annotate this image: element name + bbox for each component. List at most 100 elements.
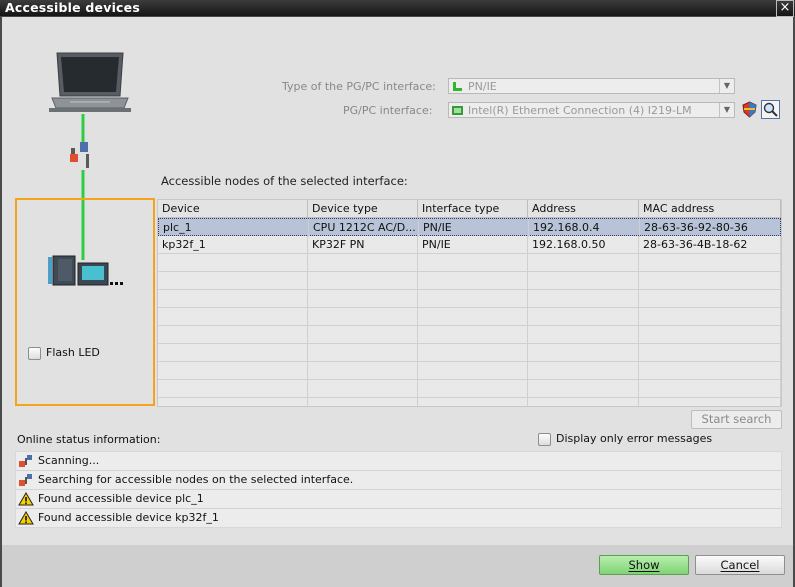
interface-adapter-icon (70, 142, 89, 168)
cell-address: 192.168.0.50 (528, 236, 639, 254)
empty-cell (528, 308, 639, 326)
pgpc-interface-value: Intel(R) Ethernet Connection (4) I219-LM (468, 104, 692, 117)
window-title: Accessible devices (5, 0, 140, 15)
empty-cell (528, 272, 639, 290)
pgpc-interface-label: PG/PC interface: (343, 104, 433, 117)
empty-cell (639, 362, 781, 380)
interface-type-value: PN/IE (468, 80, 497, 93)
empty-table-row (158, 344, 781, 362)
column-header-interface-type[interactable]: Interface type (418, 200, 528, 218)
pgpc-interface-select[interactable]: Intel(R) Ethernet Connection (4) I219-LM… (448, 102, 735, 118)
empty-cell (308, 272, 418, 290)
empty-cell (528, 362, 639, 380)
column-header-device-type[interactable]: Device type (308, 200, 418, 218)
empty-cell (158, 326, 308, 344)
device-highlight-frame (15, 198, 155, 406)
empty-cell (639, 308, 781, 326)
empty-cell (308, 290, 418, 308)
empty-table-row (158, 272, 781, 290)
cell-mac-address: 28-63-36-92-80-36 (640, 219, 781, 237)
empty-table-row (158, 290, 781, 308)
table-row[interactable]: plc_1 CPU 1212C AC/D... PN/IE 192.168.0.… (158, 218, 781, 237)
interface-type-label: Type of the PG/PC interface: (282, 80, 436, 93)
empty-cell (418, 380, 528, 398)
empty-cell (528, 290, 639, 308)
chevron-down-icon[interactable]: ▼ (719, 79, 734, 93)
network-scan-icon (19, 474, 32, 486)
plc-hmi-device-icon (48, 255, 123, 286)
empty-cell (639, 326, 781, 344)
empty-cell (418, 398, 528, 406)
cell-device: plc_1 (159, 219, 309, 237)
empty-cell (308, 362, 418, 380)
properties-shield-icon[interactable] (741, 101, 758, 118)
flash-led-checkbox[interactable] (28, 347, 41, 360)
empty-cell (528, 398, 639, 406)
empty-cell (639, 254, 781, 272)
cell-mac-address: 28-63-36-4B-18-62 (639, 236, 781, 254)
status-message: Scanning... (38, 454, 100, 467)
pn-ie-icon (453, 82, 462, 91)
online-status-label: Online status information: (17, 433, 161, 446)
network-card-icon (452, 106, 463, 115)
diagnostics-search-icon[interactable] (761, 100, 780, 119)
cell-device: kp32f_1 (158, 236, 308, 254)
empty-cell (158, 254, 308, 272)
empty-cell (418, 272, 528, 290)
status-message: Found accessible device kp32f_1 (38, 511, 219, 524)
cell-device-type: CPU 1212C AC/D... (309, 219, 419, 237)
close-icon[interactable]: × (776, 0, 794, 17)
empty-cell (528, 380, 639, 398)
empty-table-row (158, 362, 781, 380)
cell-address: 192.168.0.4 (529, 219, 640, 237)
list-item: Found accessible device kp32f_1 (16, 509, 781, 528)
empty-cell (528, 254, 639, 272)
empty-cell (639, 290, 781, 308)
status-message: Found accessible device plc_1 (38, 492, 204, 505)
empty-cell (308, 380, 418, 398)
error-only-label: Display only error messages (556, 432, 713, 445)
empty-cell (418, 290, 528, 308)
error-only-checkbox[interactable] (538, 433, 551, 446)
empty-cell (418, 362, 528, 380)
column-header-address[interactable]: Address (528, 200, 639, 218)
empty-cell (639, 344, 781, 362)
start-search-button[interactable]: Start search (691, 410, 782, 429)
column-header-mac-address[interactable]: MAC address (639, 200, 781, 218)
accessible-nodes-table: Device Device type Interface type Addres… (157, 199, 782, 407)
empty-cell (158, 398, 308, 406)
empty-cell (639, 398, 781, 406)
empty-cell (308, 398, 418, 406)
show-button[interactable]: Show (599, 555, 689, 575)
empty-cell (418, 308, 528, 326)
cell-interface-type: PN/IE (419, 219, 529, 237)
empty-cell (639, 272, 781, 290)
warning-icon (18, 492, 34, 506)
list-item: Scanning... (16, 452, 781, 471)
table-row[interactable]: kp32f_1 KP32F PN PN/IE 192.168.0.50 28-6… (158, 236, 781, 254)
empty-cell (158, 308, 308, 326)
empty-cell (308, 326, 418, 344)
empty-cell (308, 254, 418, 272)
accessible-nodes-heading: Accessible nodes of the selected interfa… (161, 174, 408, 188)
list-item: Found accessible device plc_1 (16, 490, 781, 509)
empty-table-row (158, 326, 781, 344)
chevron-down-icon[interactable]: ▼ (719, 103, 734, 117)
column-header-device[interactable]: Device (158, 200, 308, 218)
empty-table-row (158, 308, 781, 326)
pg-laptop-icon (49, 52, 131, 112)
empty-cell (528, 326, 639, 344)
title-bar: Accessible devices × (0, 0, 795, 17)
interface-type-select[interactable]: PN/IE ▼ (448, 78, 735, 94)
list-item: Searching for accessible nodes on the se… (16, 471, 781, 490)
cancel-button[interactable]: Cancel (695, 555, 785, 575)
empty-cell (158, 290, 308, 308)
status-message: Searching for accessible nodes on the se… (38, 473, 354, 486)
network-scan-icon (19, 455, 32, 467)
empty-cell (158, 272, 308, 290)
empty-cell (158, 380, 308, 398)
cell-interface-type: PN/IE (418, 236, 528, 254)
empty-cell (308, 308, 418, 326)
empty-cell (158, 362, 308, 380)
empty-cell (308, 344, 418, 362)
